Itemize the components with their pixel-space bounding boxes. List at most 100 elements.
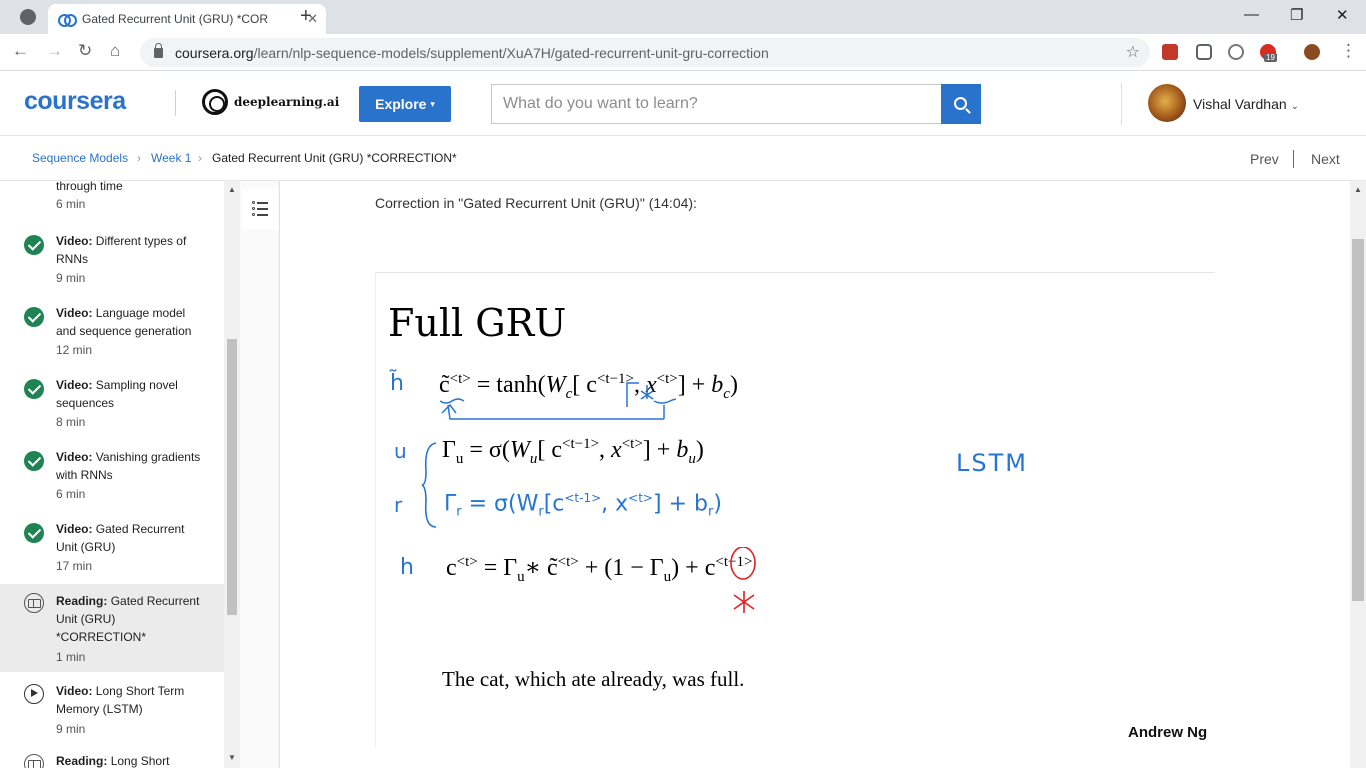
close-window-icon[interactable]: ✕ [1336,6,1349,24]
sidebar-item[interactable]: through time 6 min [0,181,224,221]
browser-tab-bar: Gated Recurrent Unit (GRU) *COR ✕ + — ❐ … [0,0,1366,34]
sidebar-item-duration: 17 min [56,559,93,573]
breadcrumb-week[interactable]: Week 1 [151,151,191,165]
scrollbar-thumb[interactable] [1352,239,1364,601]
sidebar-item[interactable]: Reading: Long Short [0,752,224,768]
sidebar-item-duration: 6 min [56,487,86,501]
deeplearning-logo-icon [202,89,228,115]
correction-note: Correction in "Gated Recurrent Unit (GRU… [375,195,697,211]
search-button[interactable] [941,84,981,124]
handwritten-u: u [394,439,407,463]
reading-icon [24,754,44,768]
sidebar-scrollbar[interactable]: ▲ ▼ [224,181,240,768]
check-circle-icon [24,451,44,471]
equation-gamma-u: Γu = σ(Wu[ c<t−1>, x<t>] + bu) [442,436,704,467]
forward-icon[interactable]: → [46,41,63,61]
check-circle-icon [24,307,44,327]
prev-button[interactable]: Prev [1250,151,1279,167]
sidebar-item-duration: 8 min [56,415,86,429]
play-circle-icon [24,684,44,704]
sidebar-item-label: Video: Language model and sequence gener… [56,306,192,338]
slide-image: Full GRU h̃ c̃<t> = tanh(Wc[ c<t−1>, x<t… [375,273,1215,748]
avatar[interactable] [1148,84,1186,122]
restore-icon[interactable]: ❐ [1290,6,1303,24]
sidebar-item-label: Video: Vanishing gradients with RNNs [56,450,201,482]
scroll-down-icon[interactable]: ▼ [228,753,236,762]
sidebar-item-duration: 9 min [56,722,86,736]
lock-icon [154,42,163,58]
sidebar-item-label: through time [56,181,123,193]
sidebar-item-duration: 6 min [56,197,86,211]
main-scrollbar[interactable]: ▲ [1350,181,1366,768]
sidebar-item[interactable]: Video: Different types of RNNs 9 min [0,230,224,290]
bookmark-star-icon[interactable]: ☆ [1126,42,1140,62]
sidebar-item[interactable]: Video: Long Short Term Memory (LSTM) 9 m… [0,682,224,742]
scroll-up-icon[interactable]: ▲ [1354,185,1362,194]
example-sentence: The cat, which ate already, was full. [442,667,745,691]
next-button[interactable]: Next [1311,151,1340,167]
menu-icon[interactable]: ⋮ [1340,41,1357,61]
profile-icon[interactable] [1304,44,1320,60]
reload-icon[interactable]: ↻ [78,41,92,61]
sidebar-item[interactable]: Video: Language model and sequence gener… [0,302,224,362]
breadcrumb-current: Gated Recurrent Unit (GRU) *CORRECTION* [212,151,457,165]
coursera-logo[interactable]: coursera [24,87,126,116]
chevron-down-icon: ⌄ [1290,101,1299,112]
scrollbar-thumb[interactable] [227,339,237,615]
toc-column [240,181,280,768]
sidebar-item-current[interactable]: Reading: Gated Recurrent Unit (GRU) *COR… [0,584,224,672]
home-icon[interactable]: ⌂ [110,41,120,61]
globe-icon[interactable] [20,9,36,25]
sidebar-item-label: Video: Long Short Term Memory (LSTM) [56,684,185,716]
search-icon [953,96,967,110]
chevron-right-icon: › [137,151,141,165]
new-tab-icon[interactable]: + [300,5,312,28]
handwritten-brace [421,442,437,528]
user-menu[interactable]: Vishal Vardhan ⌄ [1193,96,1299,112]
reading-content: Correction in "Gated Recurrent Unit (GRU… [281,181,1350,768]
sidebar-item-label: Reading: Long Short [56,754,170,768]
browser-tab[interactable]: Gated Recurrent Unit (GRU) *COR ✕ [48,4,326,34]
sidebar-item[interactable]: Video: Vanishing gradients with RNNs 6 m… [0,446,224,506]
handwritten-h: h [400,555,414,580]
extension-bookmark-icon[interactable] [1162,44,1178,60]
url-field[interactable]: coursera.org/learn/nlp-sequence-models/s… [140,38,1150,67]
check-circle-icon [24,235,44,255]
chevron-down-icon: ▾ [430,98,435,109]
list-icon [252,201,268,217]
check-circle-icon [24,523,44,543]
sidebar-item[interactable]: Video: Sampling novel sequences 8 min [0,374,224,434]
sidebar: through time 6 min Video: Different type… [0,181,224,768]
reading-icon [24,593,44,613]
breadcrumb: Sequence Models › Week 1 › Gated Recurre… [0,136,1366,181]
partner-logo[interactable]: deeplearning.ai [202,89,339,115]
url-host: coursera.org [175,44,254,61]
sidebar-item-duration: 9 min [56,271,86,285]
slide-title: Full GRU [388,301,567,345]
extension-cloud-icon[interactable] [1228,44,1244,60]
scroll-up-icon[interactable]: ▲ [228,185,236,194]
sidebar-item[interactable]: Video: Gated Recurrent Unit (GRU) 17 min [0,518,224,578]
pocket-icon[interactable] [1196,44,1212,60]
site-header: coursera deeplearning.ai Explore ▾ Visha… [0,71,1366,136]
toc-button[interactable] [242,189,278,229]
sidebar-item-label: Video: Gated Recurrent Unit (GRU) [56,522,185,554]
url-path: /learn/nlp-sequence-models/supplement/Xu… [253,44,769,61]
breadcrumb-course[interactable]: Sequence Models [32,151,128,165]
sidebar-item-label: Video: Different types of RNNs [56,234,187,266]
handwritten-h-tilde: h̃ [390,371,404,396]
back-icon[interactable]: ← [12,41,29,61]
explore-label: Explore [375,96,427,112]
partner-name: deeplearning.ai [234,95,340,109]
divider [175,90,176,116]
check-circle-icon [24,379,44,399]
correction-mark [730,547,756,613]
explore-button[interactable]: Explore ▾ [359,86,451,122]
address-bar: ← → ↻ ⌂ coursera.org/learn/nlp-sequence-… [0,34,1366,71]
search-input[interactable] [491,84,942,124]
equation-c: c<t> = Γu∗ c̃<t> + (1 − Γu) + c<t−1> [446,554,753,585]
user-name: Vishal Vardhan [1193,96,1287,112]
handwritten-lstm: LSTM [956,449,1028,477]
sidebar-item-duration: 1 min [56,650,86,664]
minimize-icon[interactable]: — [1244,6,1259,23]
